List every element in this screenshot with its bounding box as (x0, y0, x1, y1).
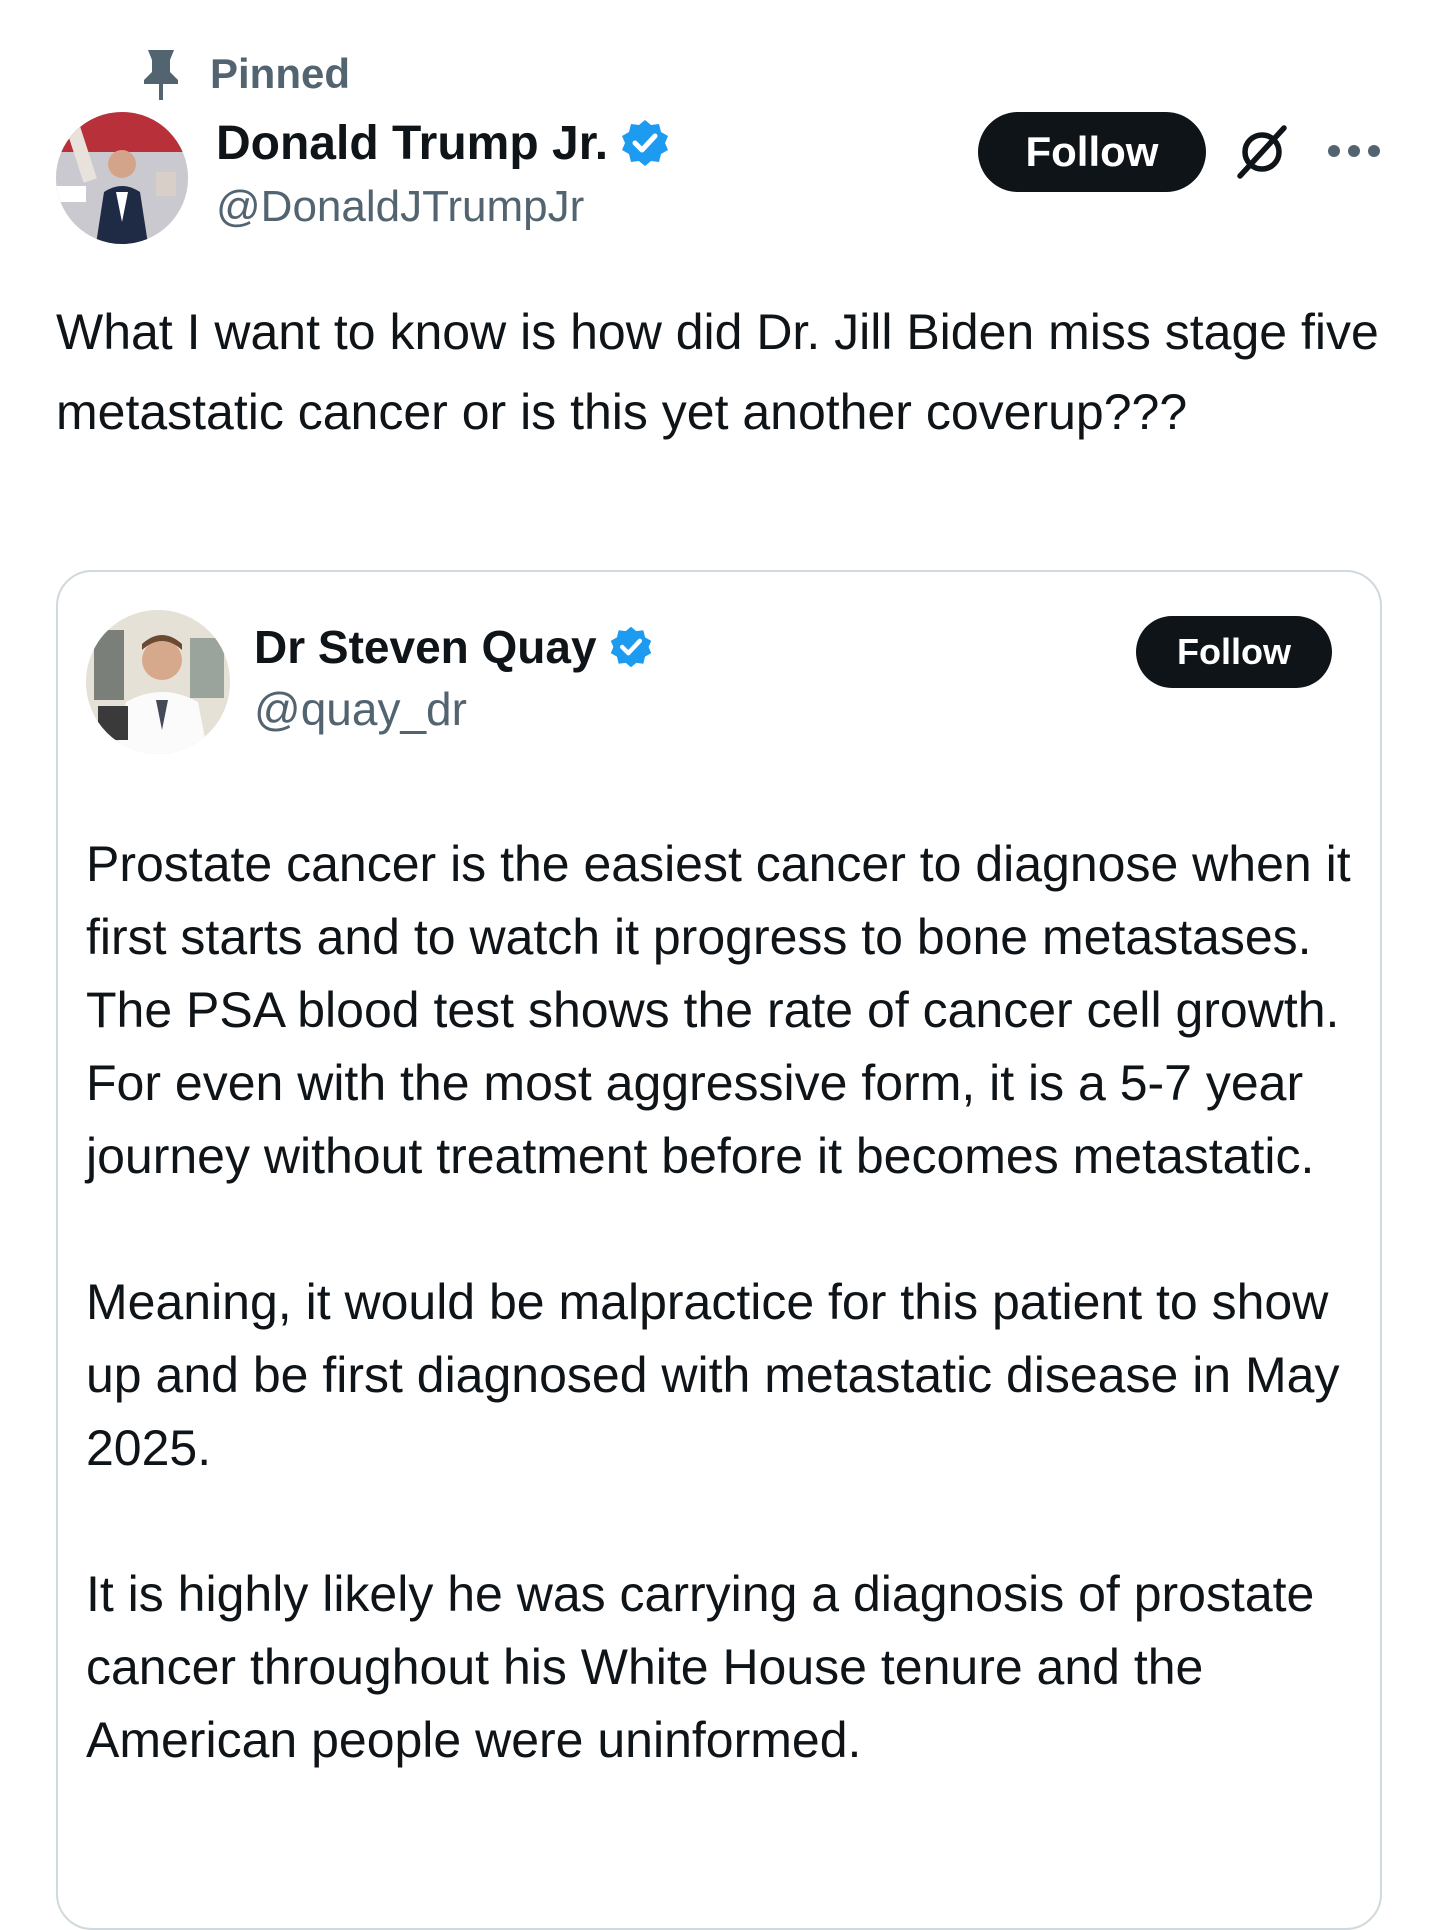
quoted-follow-button[interactable]: Follow (1136, 616, 1332, 688)
author-avatar[interactable] (56, 112, 188, 244)
verified-badge-icon (622, 120, 669, 166)
grok-icon[interactable] (1232, 122, 1292, 182)
quoted-avatar-photo (86, 610, 230, 754)
quoted-author-handle[interactable]: @quay_dr (254, 682, 653, 736)
pinned-indicator: Pinned (140, 46, 350, 102)
tweet-text: What I want to know is how did Dr. Jill … (56, 304, 1379, 440)
quoted-paragraph: It is highly likely he was carrying a di… (86, 1566, 1315, 1768)
quoted-paragraph: Meaning, it would be malpractice for thi… (86, 1274, 1340, 1476)
quoted-paragraph: Prostate cancer is the easiest cancer to… (86, 836, 1351, 1184)
quoted-author-info: Dr Steven Quay @quay_dr (254, 618, 653, 736)
follow-button[interactable]: Follow (978, 112, 1206, 192)
author-name[interactable]: Donald Trump Jr. (216, 116, 608, 171)
quoted-tweet-card[interactable]: Dr Steven Quay @quay_dr Follow Prostate … (56, 570, 1382, 1930)
author-handle[interactable]: @DonaldJTrumpJr (216, 182, 670, 232)
author-info: Donald Trump Jr. @DonaldJTrumpJr (216, 112, 670, 232)
pin-icon (144, 50, 178, 100)
verified-badge-icon (610, 626, 651, 668)
quoted-author-avatar[interactable] (86, 610, 230, 754)
avatar-photo (56, 112, 188, 244)
quoted-author-name[interactable]: Dr Steven Quay (254, 620, 597, 674)
pinned-label: Pinned (210, 50, 351, 97)
more-options-icon[interactable] (1326, 140, 1382, 162)
quoted-tweet-text: Prostate cancer is the easiest cancer to… (86, 828, 1376, 1850)
